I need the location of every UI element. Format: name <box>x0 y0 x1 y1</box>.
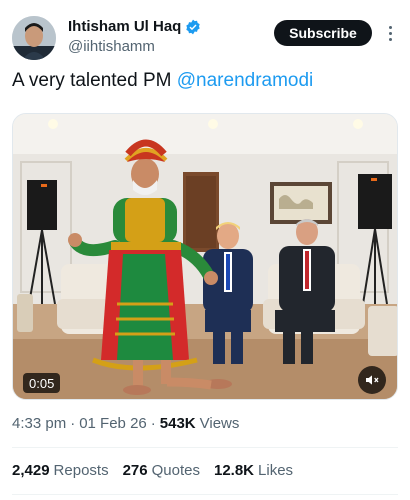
tweet-text: A very talented PM @narendramodi <box>12 70 313 92</box>
likes-stat[interactable]: 12.8K Likes <box>214 462 293 479</box>
tweet-header: Ihtisham Ul Haq @iihtishamm Subscribe <box>12 14 398 62</box>
quotes-count: 276 <box>122 462 148 479</box>
divider <box>12 494 398 495</box>
likes-count: 12.8K <box>213 462 255 479</box>
author-handle[interactable]: @iihtishamm <box>68 38 155 55</box>
tweet-text-body: A very talented PM <box>12 70 177 91</box>
mute-icon[interactable] <box>358 366 386 394</box>
verified-badge-icon <box>185 19 201 35</box>
divider <box>12 447 398 448</box>
quotes-stat[interactable]: 276 Quotes <box>123 462 200 479</box>
video-player[interactable]: 0:05 <box>12 113 398 400</box>
likes-label: Likes <box>258 462 294 479</box>
tweet-metadata: 4:33 pm · 01 Feb 26 · 543K Views <box>12 415 239 432</box>
engagement-stats: 2,429 Reposts 276 Quotes 12.8K Likes <box>12 462 293 479</box>
tweet-date[interactable]: 01 Feb 26 <box>79 415 147 432</box>
video-duration: 0:05 <box>23 373 61 393</box>
author-display-name[interactable]: Ihtisham Ul Haq <box>68 18 181 35</box>
more-options-icon[interactable] <box>382 20 398 46</box>
quotes-label: Quotes <box>151 462 200 479</box>
views-count: 543K <box>159 415 196 432</box>
views-label: Views <box>199 415 240 432</box>
reposts-stat[interactable]: 2,429 Reposts <box>12 462 109 479</box>
author-name-row[interactable]: Ihtisham Ul Haq <box>68 18 201 35</box>
reposts-count: 2,429 <box>12 462 50 479</box>
meta-separator: · <box>150 415 156 432</box>
avatar[interactable] <box>12 16 56 60</box>
reposts-label: Reposts <box>53 462 109 479</box>
subscribe-button[interactable]: Subscribe <box>274 20 372 46</box>
mention-link[interactable]: @narendramodi <box>177 70 314 91</box>
video-frame <box>13 114 397 399</box>
tweet-time[interactable]: 4:33 pm <box>12 415 66 432</box>
meta-separator: · <box>70 415 76 432</box>
